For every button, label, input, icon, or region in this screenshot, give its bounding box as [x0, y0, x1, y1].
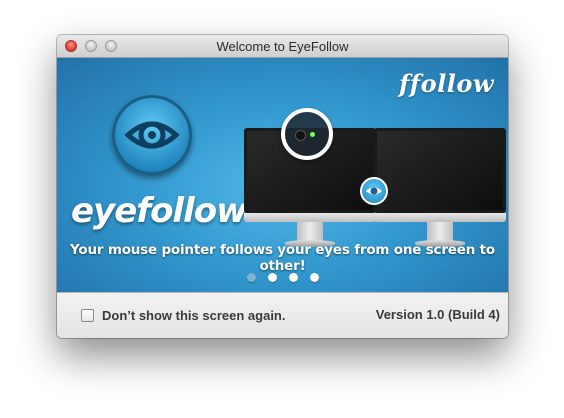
page-dot-4[interactable]	[309, 273, 319, 282]
webcam-lens	[295, 130, 306, 141]
brand-wordmark: eyefollow	[71, 191, 248, 231]
welcome-window: Welcome to EyeFollow ffollow eyefollow Y…	[57, 35, 508, 338]
page-dot-1[interactable]	[246, 273, 256, 282]
title-bar[interactable]: Welcome to EyeFollow	[57, 35, 508, 58]
page-indicator	[57, 273, 508, 283]
welcome-banner: ffollow eyefollow Your mouse pointer fol…	[57, 58, 508, 292]
footer-bar: Don’t show this screen again. Version 1.…	[57, 292, 508, 338]
version-label: Version 1.0 (Build 4)	[375, 307, 500, 322]
webcam-icon	[281, 108, 333, 160]
eye-logo-icon	[112, 95, 192, 175]
dont-show-again-checkbox[interactable]	[81, 308, 94, 322]
eye-badge-icon	[360, 177, 388, 205]
page-dot-3[interactable]	[288, 273, 298, 282]
page-dot-2[interactable]	[267, 273, 277, 282]
dont-show-again-label[interactable]: Don’t show this screen again.	[102, 308, 285, 323]
dont-show-again-option[interactable]: Don’t show this screen again.	[81, 307, 285, 323]
window-title: Welcome to EyeFollow	[216, 39, 349, 54]
tagline: Your mouse pointer follows your eyes fro…	[70, 242, 495, 274]
brand-wordmark-small: ffollow	[398, 69, 494, 98]
webcam-led	[310, 132, 315, 137]
